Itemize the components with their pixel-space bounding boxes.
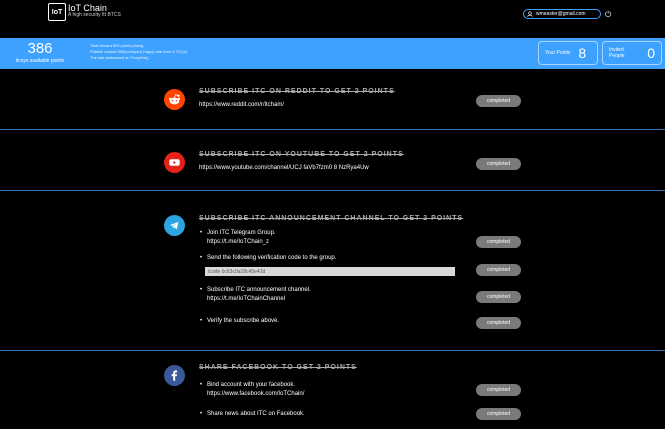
youtube-title: SUBSCRIBE ITC ON YOUTUBE TO GET 2 POINTS	[199, 151, 404, 158]
invited-people-card: Invited People 0	[602, 41, 662, 65]
your-points-card: Your Points 8	[538, 41, 598, 65]
telegram-step3-text: Subscribe ITC announcement channel.	[200, 287, 311, 293]
telegram-title: SUBSCRIBE ITC ANNOUNCEMENT CHANNEL TO GE…	[199, 215, 464, 222]
your-points-value: 8	[578, 45, 587, 61]
telegram-step4-completed-button[interactable]: completed	[476, 317, 521, 329]
invited-people-label: Invited People	[609, 47, 625, 59]
telegram-channel-link[interactable]: https://t.me/IoTChainChannel	[207, 296, 285, 302]
reward-notes: Total reward 500 points prizeg Publish r…	[90, 43, 187, 61]
brand-subtitle: A high security Itt BTCS	[68, 12, 121, 18]
logo-icon[interactable]: IoT	[48, 3, 66, 21]
reddit-completed-button[interactable]: completed	[476, 95, 521, 107]
your-points-label: Your Points	[545, 50, 571, 56]
reddit-link[interactable]: https://www.reddit.com/r/itcham/	[199, 102, 284, 108]
facebook-step1-completed-button[interactable]: completed	[476, 384, 521, 396]
reddit-icon	[164, 89, 185, 110]
reddit-section: SUBSCRIBE ITC ON REDDIT TO GET 2 POINTS …	[0, 69, 665, 129]
telegram-section: SUBSCRIBE ITC ANNOUNCEMENT CHANNEL TO GE…	[0, 191, 665, 349]
telegram-group-link[interactable]: https://t.me/IoTChain_z	[207, 239, 269, 245]
power-icon[interactable]: ⏻	[605, 10, 611, 20]
facebook-step2-completed-button[interactable]: completed	[476, 408, 521, 420]
telegram-step2-completed-button[interactable]: completed	[476, 264, 521, 276]
telegram-step2-text: Send the following verification code to …	[200, 255, 336, 261]
logo-text: IoT	[51, 8, 63, 16]
youtube-link[interactable]: https://www.youtube.com/channel/UCJ faVb…	[199, 165, 369, 171]
facebook-page-link[interactable]: https://www.facebook.com/IoTChain/	[207, 391, 304, 397]
available-points: 386	[27, 40, 53, 57]
note-line: The last addressed on Tempthe()	[90, 55, 149, 60]
verification-code-field[interactable]: /code 0c63c0a18c45e42d	[205, 267, 455, 276]
account-pill[interactable]: wmeaster@gmail.com	[523, 9, 601, 19]
user-icon	[527, 11, 533, 17]
youtube-icon	[164, 152, 185, 173]
facebook-step2-text: Share news about ITC on Facebook.	[200, 411, 305, 417]
telegram-step1-completed-button[interactable]: completed	[476, 236, 521, 248]
facebook-step1-text: Bind account with your facebook.	[200, 382, 295, 388]
invited-people-value: 0	[647, 45, 655, 61]
account-email: wmeaster@gmail.com	[536, 11, 586, 17]
facebook-title: SHARE FACEBOOK TO GET 2 POINTS	[199, 364, 357, 371]
top-header: IoT IoT Chain A high security Itt BTCS w…	[0, 0, 665, 38]
telegram-icon	[164, 215, 185, 236]
youtube-completed-button[interactable]: completed	[476, 158, 521, 170]
facebook-section: SHARE FACEBOOK TO GET 2 POINTS Bind acco…	[0, 351, 665, 429]
points-bar: 386 itcsys available points Total reward…	[0, 38, 665, 69]
facebook-icon	[164, 365, 185, 386]
reddit-title: SUBSCRIBE ITC ON REDDIT TO GET 2 POINTS	[199, 88, 395, 95]
telegram-step3-completed-button[interactable]: completed	[476, 291, 521, 303]
telegram-step4-text: Verify the subscribe above.	[200, 318, 279, 324]
youtube-section: SUBSCRIBE ITC ON YOUTUBE TO GET 2 POINTS…	[0, 130, 665, 190]
available-points-label: itcsys available points	[15, 58, 65, 64]
telegram-step1-text: Join ITC Telegram Group.	[200, 230, 276, 236]
